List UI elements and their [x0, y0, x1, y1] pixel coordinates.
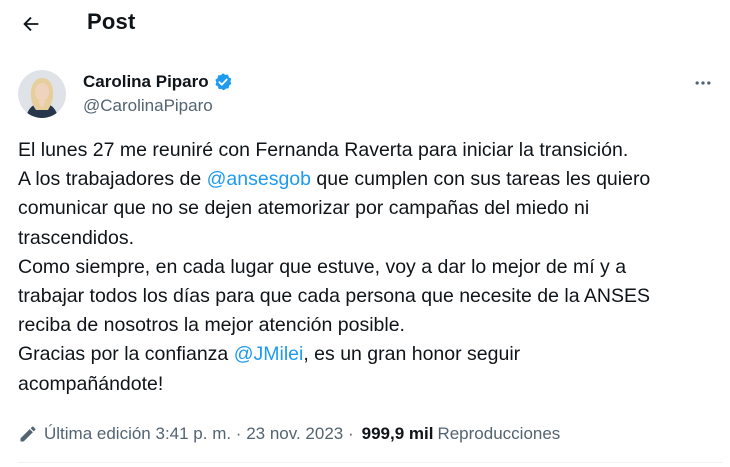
page-title: Post	[87, 9, 136, 34]
mention-link[interactable]: @JMilei	[234, 343, 304, 365]
edited-timestamp[interactable]: Última edición 3:41 p. m. · 23 nov. 2023…	[44, 424, 354, 444]
author-name-row: Carolina Piparo	[83, 71, 233, 93]
post-text-segment: El lunes 27 me reuniré con Fernanda Rave…	[18, 139, 629, 161]
post-meta: Última edición 3:41 p. m. · 23 nov. 2023…	[18, 422, 560, 446]
post-text: El lunes 27 me reuniré con Fernanda Rave…	[18, 136, 723, 399]
arrow-left-icon	[23, 16, 39, 32]
post-text-segment: trabajar todos los días para que cada pe…	[18, 285, 650, 308]
post-text-line: Como siempre, en cada lugar que estuve, …	[18, 253, 723, 282]
mention-link[interactable]: @ansesgob	[207, 168, 311, 190]
post-text-segment: reciba de nosotros la mejor atención pos…	[18, 314, 405, 337]
post-text-segment: Gracias por la confianza	[18, 343, 234, 366]
verified-badge-icon[interactable]	[213, 72, 233, 92]
post-text-segment: Como siempre, en cada lugar que estuve, …	[18, 255, 627, 278]
post-text-line: Gracias por la confianza @JMilei, es un …	[18, 340, 723, 369]
views-label: Reproducciones	[437, 424, 561, 443]
profile-photo	[18, 70, 66, 118]
more-horizontal-icon	[695, 81, 711, 85]
post-text-segment: A los trabajadores de	[18, 168, 207, 191]
post-text-segment: acompañándote!	[18, 372, 164, 395]
post-text-line: acompañándote!	[18, 370, 723, 399]
pencil-icon[interactable]	[18, 424, 38, 444]
back-button[interactable]	[14, 7, 48, 41]
divider	[18, 462, 723, 463]
post-text-segment: comunicar que no se dejen atemorizar por…	[18, 197, 590, 220]
author-handle[interactable]: @CarolinaPiparo	[83, 95, 213, 117]
post-text-line: El lunes 27 me reuniré con Fernanda Rave…	[18, 136, 723, 165]
post-text-line: comunicar que no se dejen atemorizar por…	[18, 194, 723, 223]
avatar[interactable]	[18, 70, 66, 118]
post-text-line: reciba de nosotros la mejor atención pos…	[18, 311, 723, 340]
top-bar: Post	[0, 0, 730, 46]
views-count: 999,9 mil	[361, 424, 434, 443]
author-name[interactable]: Carolina Piparo	[83, 71, 209, 93]
post-text-line: trabajar todos los días para que cada pe…	[18, 282, 723, 311]
post-text-line: trascendidos.	[18, 224, 723, 253]
post-text-segment: trascendidos.	[18, 226, 134, 249]
post-text-segment: , es un gran honor seguir	[303, 343, 521, 366]
post-text-segment: que cumplen con sus tareas les quiero	[311, 168, 651, 191]
post-text-line: A los trabajadores de @ansesgob que cump…	[18, 165, 723, 194]
more-options-button[interactable]	[690, 70, 716, 96]
